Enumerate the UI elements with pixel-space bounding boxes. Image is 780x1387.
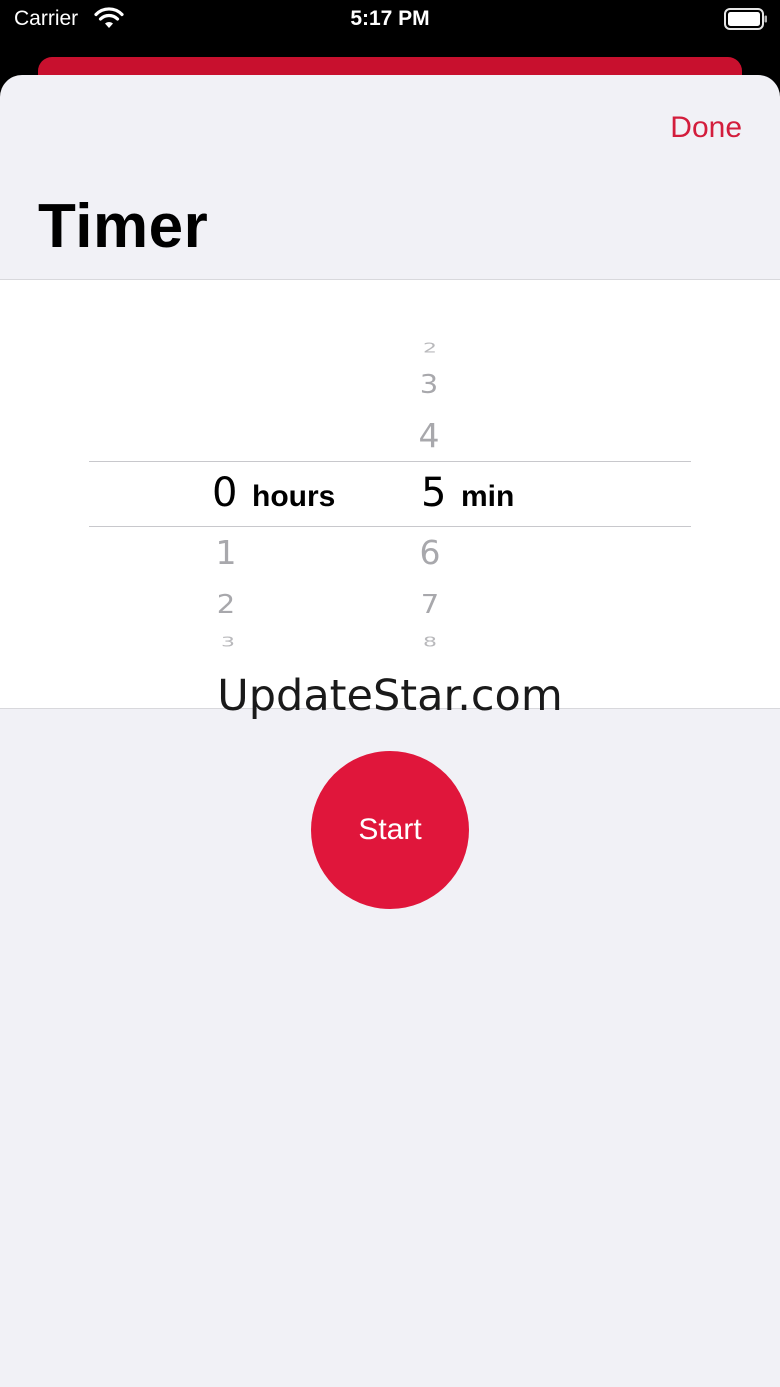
hours-selected-value: 0 — [212, 470, 238, 516]
minutes-option[interactable]: 2 — [400, 341, 460, 356]
minutes-unit-label: min — [461, 480, 515, 513]
minutes-option[interactable]: 3 — [399, 369, 459, 400]
timer-sheet: Done Timer 0 hours 1 2 3 2 3 4 5 min 6 7… — [0, 75, 780, 1387]
status-bar: Carrier 5:17 PM — [0, 0, 780, 44]
minutes-option[interactable]: 8 — [400, 635, 460, 650]
watermark-text: UpdateStar.com — [217, 671, 563, 721]
start-button-label: Start — [358, 813, 422, 846]
minutes-option[interactable]: 7 — [400, 589, 460, 620]
start-button[interactable]: Start — [311, 751, 469, 909]
hours-option[interactable]: 1 — [196, 533, 256, 572]
hours-option[interactable]: 2 — [196, 589, 256, 620]
timer-picker[interactable]: 0 hours 1 2 3 2 3 4 5 min 6 7 8 — [0, 279, 780, 709]
minutes-option[interactable]: 6 — [400, 533, 460, 572]
hours-unit-label: hours — [252, 480, 336, 513]
status-time: 5:17 PM — [350, 7, 430, 30]
minutes-selected-value: 5 — [421, 470, 447, 516]
done-button[interactable]: Done — [670, 111, 742, 145]
picker-selection-bottom-line — [89, 526, 691, 527]
picker-selection-top-line — [89, 461, 691, 462]
minutes-option[interactable]: 4 — [399, 416, 459, 455]
page-title: Timer — [38, 192, 209, 261]
battery-icon — [724, 8, 768, 30]
hours-option[interactable]: 3 — [198, 635, 258, 650]
